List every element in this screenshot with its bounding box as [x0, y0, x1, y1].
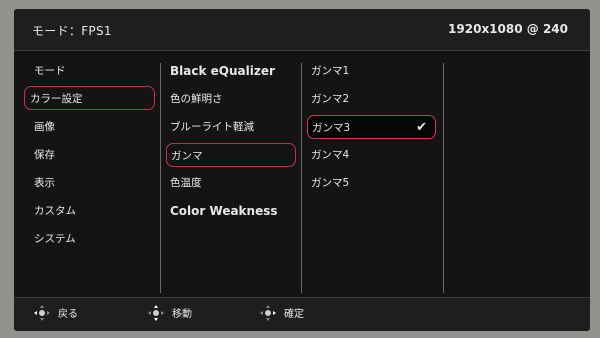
column-divider — [301, 63, 302, 293]
option-gamma-3[interactable]: ガンマ3 ✔ — [307, 115, 436, 139]
menu-item-display[interactable]: 表示 — [28, 171, 158, 195]
back-hint[interactable]: 戻る — [34, 298, 78, 331]
menu-item-system[interactable]: システム — [28, 227, 158, 251]
menu-item-save[interactable]: 保存 — [28, 143, 158, 167]
move-label: 移動 — [172, 309, 192, 320]
osd-body: モード カラー設定 画像 保存 表示 カスタム システム Black eQual… — [14, 51, 590, 296]
column-divider — [443, 63, 444, 293]
submenu-item-color-weakness[interactable]: Color Weakness — [166, 199, 298, 223]
confirm-label: 確定 — [284, 309, 304, 320]
option-gamma-5[interactable]: ガンマ5 — [307, 171, 437, 195]
dpad-right-icon — [260, 305, 276, 321]
check-icon: ✔ — [416, 120, 427, 135]
submenu-item-black-equalizer[interactable]: Black eQualizer — [166, 59, 298, 83]
move-hint[interactable]: 移動 — [148, 298, 192, 331]
osd-footer: 戻る 移動 確定 — [14, 297, 590, 331]
option-gamma-1[interactable]: ガンマ1 — [307, 59, 437, 83]
resolution-readout: 1920x1080 @ 240 — [448, 22, 568, 36]
submenu-item-color-temperature[interactable]: 色温度 — [166, 171, 298, 195]
submenu-item-low-blue-light[interactable]: ブルーライト軽減 — [166, 115, 298, 139]
menu-item-picture[interactable]: 画像 — [28, 115, 158, 139]
dpad-updown-icon — [148, 305, 164, 321]
submenu-item-gamma[interactable]: ガンマ — [166, 143, 296, 167]
option-gamma-4[interactable]: ガンマ4 — [307, 143, 437, 167]
back-label: 戻る — [58, 309, 78, 320]
menu-item-custom[interactable]: カスタム — [28, 199, 158, 223]
submenu-item-color-vibrance[interactable]: 色の鮮明さ — [166, 87, 298, 111]
osd-menu: モード：FPS1 1920x1080 @ 240 モード カラー設定 画像 保存… — [14, 9, 590, 331]
dpad-left-icon — [34, 305, 50, 321]
column-divider — [160, 63, 161, 293]
menu-item-mode[interactable]: モード — [28, 59, 158, 83]
mode-title: モード：FPS1 — [32, 24, 112, 38]
osd-header: モード：FPS1 1920x1080 @ 240 — [14, 9, 590, 51]
confirm-hint[interactable]: 確定 — [260, 298, 304, 331]
option-gamma-3-label: ガンマ3 — [312, 122, 351, 134]
option-gamma-2[interactable]: ガンマ2 — [307, 87, 437, 111]
menu-item-color-settings[interactable]: カラー設定 — [24, 86, 155, 110]
